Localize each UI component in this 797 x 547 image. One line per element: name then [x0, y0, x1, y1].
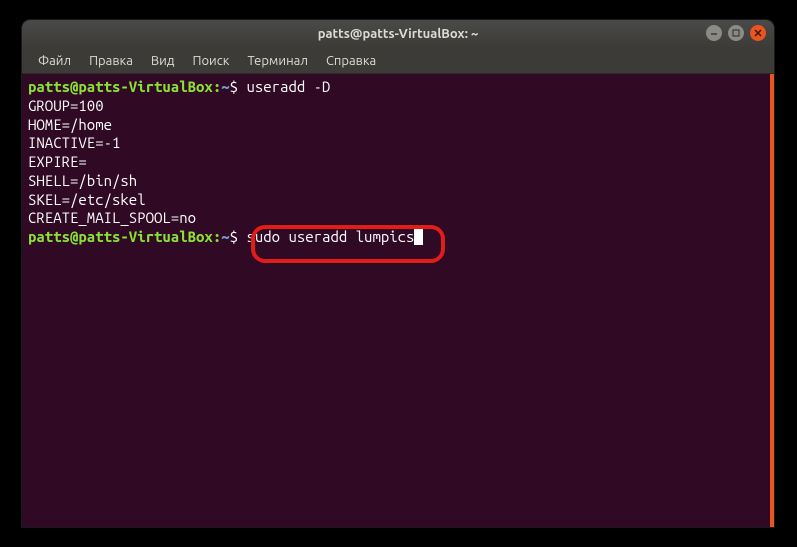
menu-file[interactable]: Файл — [30, 51, 79, 71]
maximize-button[interactable] — [728, 25, 744, 41]
cursor — [414, 229, 423, 245]
menu-edit[interactable]: Правка — [81, 51, 141, 71]
prompt-user: patts@patts-VirtualBox — [28, 228, 213, 245]
menu-view[interactable]: Вид — [143, 51, 183, 71]
titlebar: patts@patts-VirtualBox: ~ — [22, 20, 774, 48]
menu-terminal[interactable]: Терминал — [239, 51, 315, 71]
terminal-output: CREATE_MAIL_SPOOL=no — [28, 209, 768, 228]
close-button[interactable] — [750, 25, 766, 41]
menu-help[interactable]: Справка — [318, 51, 384, 71]
window-controls — [706, 25, 766, 41]
terminal-output: GROUP=100 — [28, 97, 768, 116]
terminal-body[interactable]: patts@patts-VirtualBox:~$ useradd -D GRO… — [22, 74, 774, 527]
prompt-user: patts@patts-VirtualBox — [28, 78, 213, 95]
prompt-colon: : — [213, 78, 221, 95]
terminal-window: patts@patts-VirtualBox: ~ Файл Правка Ви… — [22, 20, 774, 527]
window-title: patts@patts-VirtualBox: ~ — [318, 27, 479, 41]
prompt-colon: : — [213, 228, 221, 245]
menubar: Файл Правка Вид Поиск Терминал Справка — [22, 48, 774, 74]
menu-search[interactable]: Поиск — [184, 51, 237, 71]
prompt-path: ~ — [221, 78, 229, 95]
terminal-output: HOME=/home — [28, 116, 768, 135]
prompt-dollar: $ — [230, 78, 247, 95]
terminal-output: EXPIRE= — [28, 153, 768, 172]
terminal-output: INACTIVE=-1 — [28, 134, 768, 153]
prompt-dollar: $ — [230, 228, 247, 245]
prompt-path: ~ — [221, 228, 229, 245]
terminal-line: patts@patts-VirtualBox:~$ sudo useradd l… — [28, 228, 768, 247]
terminal-output: SHELL=/bin/sh — [28, 172, 768, 191]
minimize-button[interactable] — [706, 25, 722, 41]
command-text: useradd -D — [246, 78, 330, 95]
command-text: sudo useradd lumpics — [246, 228, 414, 245]
terminal-output: SKEL=/etc/skel — [28, 191, 768, 210]
terminal-line: patts@patts-VirtualBox:~$ useradd -D — [28, 78, 768, 97]
